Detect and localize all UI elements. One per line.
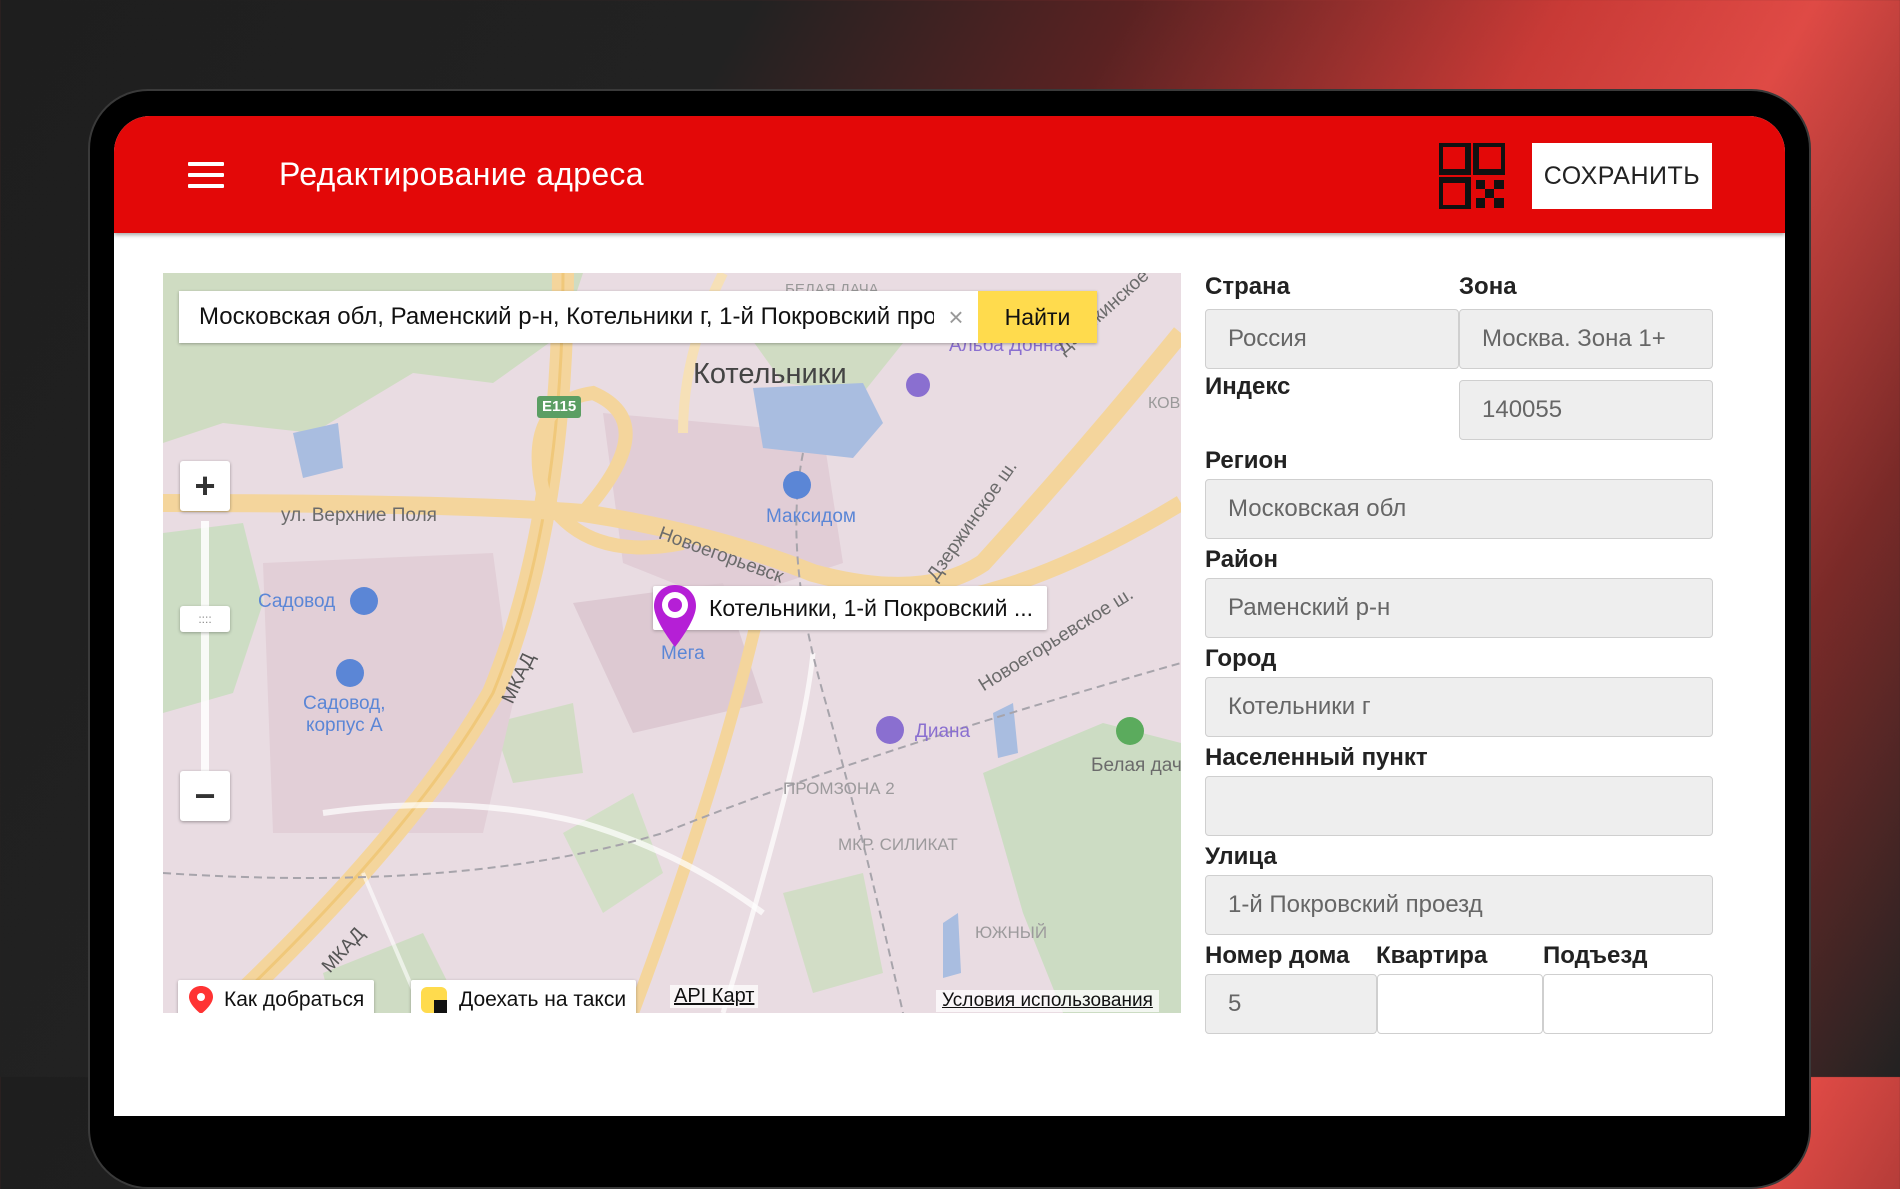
region-field[interactable]: Московская обл [1205,479,1713,539]
map-label-e115: E115 [542,398,577,415]
api-maps-link[interactable]: API Карт [670,985,759,1008]
map-search-bar: Московская обл, Раменский р-н, Котельник… [179,291,1097,343]
map-label-mkr-silikat: МКР. СИЛИКАТ [838,835,958,854]
map-label-city: Котельники [693,358,847,390]
map-label-sadovod: Садовод [258,591,336,612]
zoom-slider-track[interactable] [201,521,209,781]
map-search-button[interactable]: Найти [978,291,1097,343]
map-label-maksidom: Максидом [766,506,856,527]
house-label: Номер дома [1205,942,1350,969]
map-label-promzona: ПРОМЗОНА 2 [783,779,895,798]
app-screen: Редактирование адреса СОХРАНИТЬ Котельни… [114,116,1785,1116]
taxi-icon [421,987,447,1013]
map-label-yuzhny: ЮЖНЫЙ [975,923,1048,942]
entrance-label: Подъезд [1543,942,1648,969]
terms-link[interactable]: Условия использования [936,990,1159,1012]
map-label-kov: КОВ [1148,395,1181,412]
district-label: Район [1205,546,1278,573]
city-label: Город [1205,645,1277,672]
route-button-label: Как добраться [224,988,365,1011]
district-field[interactable]: Раменский р-н [1205,578,1713,638]
house-field[interactable]: 5 [1205,974,1377,1034]
placemark-balloon-text: Котельники, 1-й Покровский ... [709,594,1034,621]
country-field[interactable]: Россия [1205,309,1459,369]
route-pin-icon [189,986,213,1013]
zone-label: Зона [1459,273,1517,300]
zoom-out-button[interactable]: − [180,771,230,821]
country-label: Страна [1205,273,1290,300]
map-label-verkhnie-polya: ул. Верхние Поля [281,505,437,526]
placemark-balloon[interactable]: Котельники, 1-й Покровский ... [653,586,1048,630]
placemark-pin-icon[interactable] [652,583,698,649]
clear-icon[interactable]: × [944,304,968,330]
street-label: Улица [1205,843,1277,870]
page-title: Редактирование адреса [279,156,644,192]
street-field[interactable]: 1-й Покровский проезд [1205,875,1713,935]
map-label-belaya-dacha: Белая дач [1091,755,1181,776]
route-button[interactable]: Как добраться [178,980,375,1013]
zoom-slider-handle[interactable]: :::: [180,606,230,632]
settlement-field[interactable] [1205,776,1713,836]
apartment-label: Квартира [1376,942,1488,969]
zone-field[interactable]: Москва. Зона 1+ [1459,309,1713,369]
app-bar: Редактирование адреса СОХРАНИТЬ [114,116,1785,233]
index-field[interactable]: 140055 [1459,380,1713,440]
map-search-input[interactable]: Московская обл, Раменский р-н, Котельник… [199,291,934,343]
map-label-sadovod-a: Садовод, корпус А [303,693,386,736]
taxi-button-label: Доехать на такси [459,988,627,1011]
region-label: Регион [1205,447,1288,474]
apartment-field[interactable] [1377,974,1543,1034]
qr-code-icon[interactable] [1439,143,1505,209]
map-label-diana: Диана [915,721,971,742]
settlement-label: Населенный пункт [1205,744,1428,771]
entrance-field[interactable] [1543,974,1713,1034]
index-label: Индекс [1205,373,1291,400]
map-widget[interactable]: Котельники БЕЛАЯ ДАЧА E115 Альба Донна К… [163,273,1181,1013]
taxi-button[interactable]: Доехать на такси [411,980,637,1013]
hamburger-icon[interactable] [188,162,224,188]
city-field[interactable]: Котельники г [1205,677,1713,737]
zoom-in-button[interactable]: + [180,461,230,511]
save-button[interactable]: СОХРАНИТЬ [1532,143,1712,209]
